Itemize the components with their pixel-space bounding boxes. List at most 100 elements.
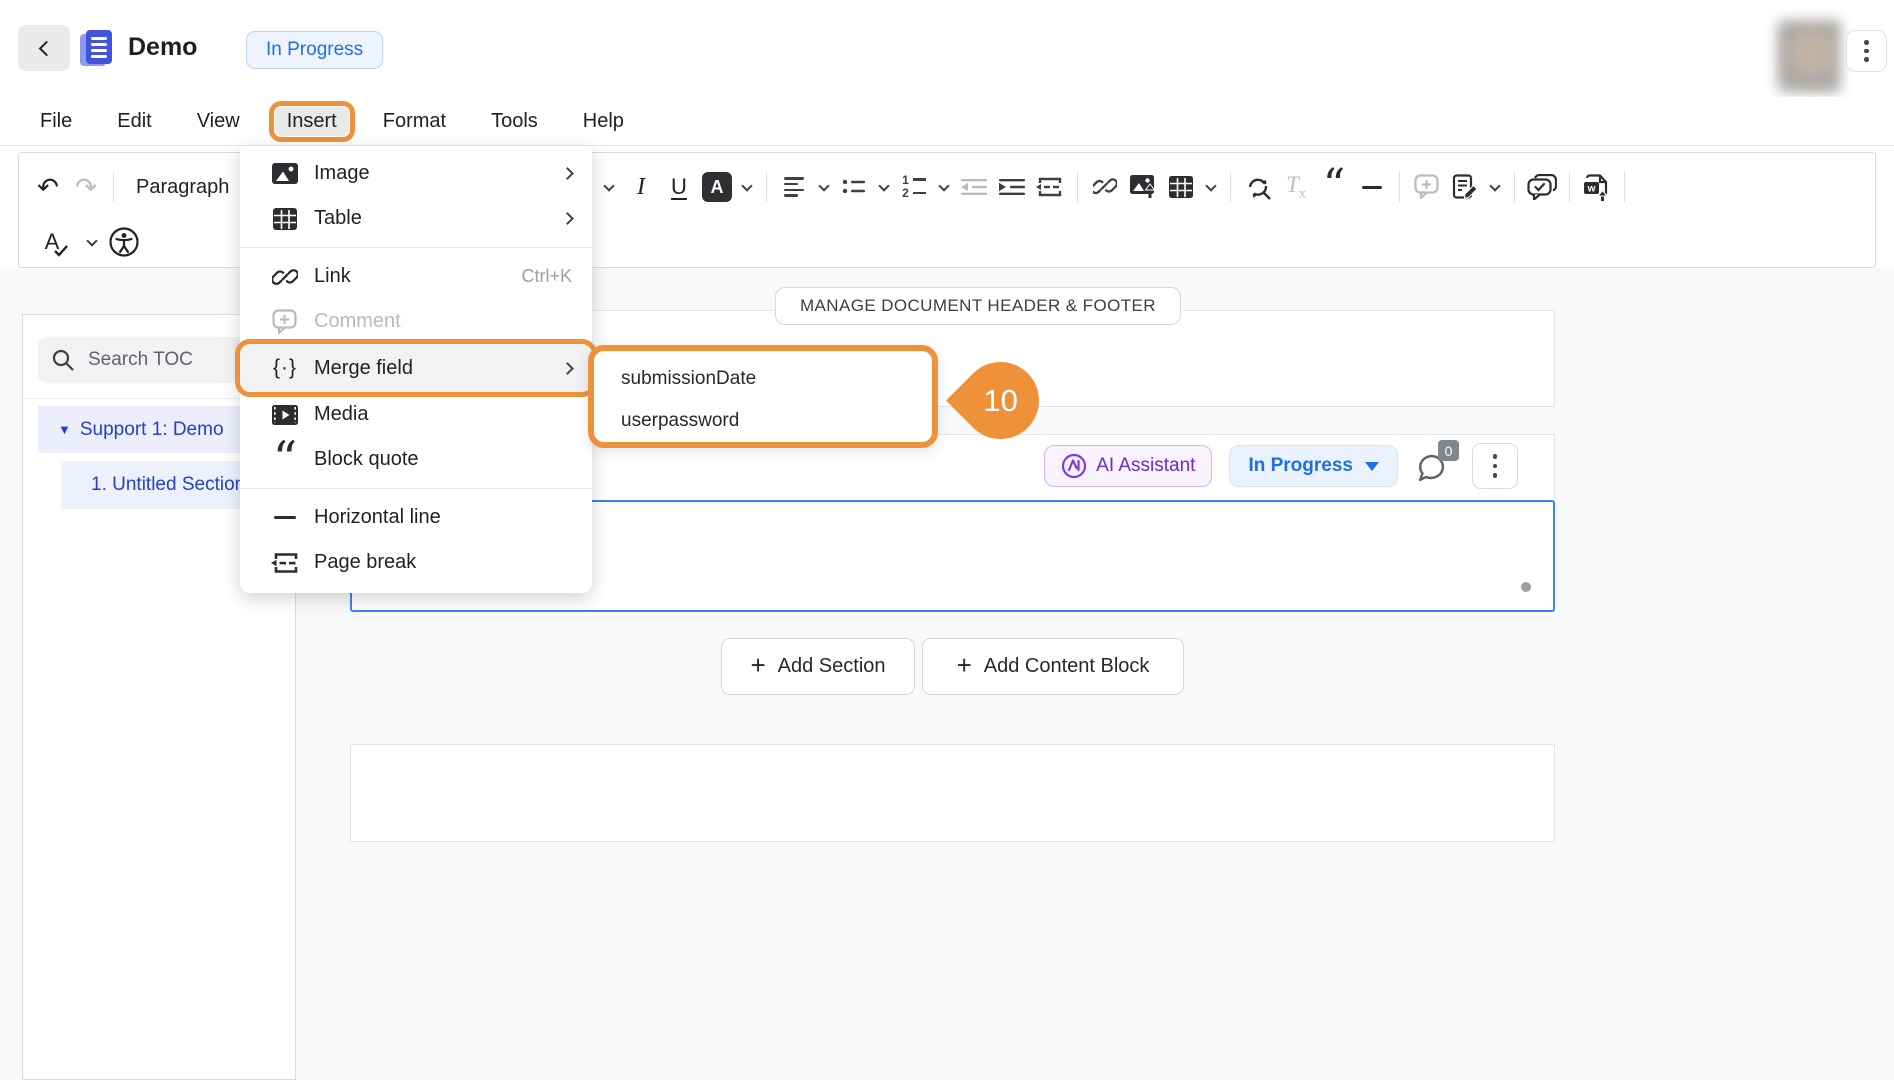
- resolve-comments-button[interactable]: [1523, 166, 1561, 208]
- toolbar-divider: [1230, 172, 1231, 202]
- shortcut-label: Ctrl+K: [521, 266, 572, 287]
- menu-item-merge-field[interactable]: {·} Merge field: [240, 344, 592, 392]
- accessibility-icon: [108, 226, 140, 258]
- menu-item-comment: Comment: [240, 299, 592, 344]
- menu-edit[interactable]: Edit: [117, 110, 151, 133]
- block-quote-button[interactable]: “: [1315, 166, 1353, 208]
- menu-insert[interactable]: Insert: [275, 107, 349, 136]
- document-edit-icon: [1452, 174, 1478, 200]
- comment-plus-icon: [271, 309, 299, 335]
- menu-item-horizontal-line[interactable]: Horizontal line: [240, 495, 592, 540]
- media-icon: [271, 405, 299, 425]
- menu-view[interactable]: View: [197, 110, 240, 133]
- indent-button[interactable]: [993, 166, 1031, 208]
- font-color-icon: A: [702, 172, 732, 202]
- document-footer-zone: [350, 744, 1555, 842]
- find-replace-icon: [1245, 174, 1271, 200]
- step-number: 10: [983, 383, 1017, 419]
- find-replace-button[interactable]: [1239, 166, 1277, 208]
- menu-item-page-break[interactable]: Page break: [240, 540, 592, 585]
- comments-button[interactable]: 0: [1415, 444, 1455, 488]
- document-notes-chevron[interactable]: [1484, 166, 1506, 208]
- table-icon: [271, 208, 299, 230]
- insert-table-button[interactable]: [1162, 166, 1200, 208]
- menu-item-link[interactable]: Link Ctrl+K: [240, 254, 592, 299]
- section-kebab-menu-button[interactable]: [1472, 443, 1518, 489]
- chevron-right-icon: [561, 212, 574, 225]
- toc-search-input[interactable]: [88, 349, 248, 371]
- font-color-chevron[interactable]: [736, 166, 758, 208]
- toolbar-divider: [766, 172, 767, 202]
- numbered-list-icon: 1 2: [902, 174, 926, 200]
- comment-count-badge: 0: [1438, 440, 1459, 461]
- redo-button[interactable]: ↷: [67, 166, 105, 208]
- word-import-icon: w: [1583, 174, 1611, 201]
- indent-icon: [999, 177, 1025, 197]
- menu-insert-highlight-ring: Insert: [269, 101, 355, 142]
- toolbar-divider: [1514, 172, 1515, 202]
- paragraph-style-dropdown[interactable]: Paragraph: [136, 176, 229, 199]
- bullet-list-chevron[interactable]: [873, 166, 895, 208]
- menu-tools[interactable]: Tools: [491, 110, 538, 133]
- resize-dot: [1521, 582, 1531, 592]
- menu-file[interactable]: File: [40, 110, 72, 133]
- toolbar-divider: [113, 172, 114, 202]
- bullet-list-button[interactable]: [835, 166, 873, 208]
- ai-assistant-button[interactable]: AI Assistant: [1044, 445, 1212, 487]
- page-break-icon: [271, 551, 299, 575]
- menu-item-table[interactable]: Table: [240, 196, 592, 241]
- avatar[interactable]: [1777, 20, 1841, 93]
- align-left-icon: [784, 174, 804, 200]
- submenu-item-submission-date[interactable]: submissionDate: [594, 358, 932, 400]
- chevron-right-icon: [561, 362, 574, 375]
- plus-icon: +: [750, 652, 765, 678]
- font-color-button[interactable]: A: [698, 166, 736, 208]
- numbered-list-chevron[interactable]: [933, 166, 955, 208]
- style-dropdown-chevron[interactable]: [596, 166, 622, 208]
- word-import-button[interactable]: w: [1578, 166, 1616, 208]
- ai-assistant-icon: [1061, 453, 1087, 479]
- insert-page-break-button[interactable]: [1031, 166, 1069, 208]
- merge-field-submenu: submissionDate userpassword: [588, 345, 938, 448]
- menu-help[interactable]: Help: [583, 110, 624, 133]
- insert-image-button[interactable]: [1124, 166, 1162, 208]
- image-upload-icon: [1129, 174, 1157, 200]
- block-quote-icon: “: [271, 450, 299, 470]
- back-button[interactable]: [18, 25, 70, 71]
- accessibility-button[interactable]: [105, 221, 143, 263]
- document-notes-button[interactable]: [1446, 166, 1484, 208]
- italic-button[interactable]: I: [622, 166, 660, 208]
- menu-item-block-quote[interactable]: “ Block quote: [240, 437, 592, 482]
- align-button[interactable]: [775, 166, 813, 208]
- numbered-list-button[interactable]: 1 2: [895, 166, 933, 208]
- horizontal-line-icon: [1362, 186, 1382, 189]
- add-comment-button[interactable]: [1408, 166, 1446, 208]
- add-content-block-button[interactable]: + Add Content Block: [922, 638, 1184, 695]
- toolbar-divider: [1624, 172, 1625, 202]
- menu-item-image[interactable]: Image: [240, 151, 592, 196]
- add-section-button[interactable]: + Add Section: [721, 638, 915, 695]
- outdent-icon: [961, 177, 987, 197]
- section-status-dropdown[interactable]: In Progress: [1229, 445, 1398, 487]
- spellcheck-button[interactable]: A: [33, 221, 71, 263]
- table-chevron[interactable]: [1200, 166, 1222, 208]
- toc-item-label: Support 1: Demo: [80, 419, 224, 441]
- manage-header-footer-button[interactable]: MANAGE DOCUMENT HEADER & FOOTER: [775, 287, 1181, 325]
- image-icon: [271, 163, 299, 184]
- block-quote-icon: “: [1323, 177, 1346, 197]
- menu-format[interactable]: Format: [383, 110, 446, 133]
- horizontal-line-button[interactable]: [1353, 166, 1391, 208]
- link-icon: [271, 264, 299, 290]
- submenu-item-userpassword[interactable]: userpassword: [594, 400, 932, 442]
- undo-button[interactable]: ↶: [29, 166, 67, 208]
- app-header: Demo In Progress: [0, 0, 1894, 97]
- underline-button[interactable]: U: [660, 166, 698, 208]
- link-button[interactable]: [1086, 166, 1124, 208]
- spellcheck-chevron[interactable]: [79, 221, 105, 263]
- bullet-list-icon: [842, 176, 866, 198]
- align-chevron[interactable]: [813, 166, 835, 208]
- header-kebab-menu-button[interactable]: [1846, 30, 1887, 72]
- outdent-button[interactable]: [955, 166, 993, 208]
- document-status-badge[interactable]: In Progress: [246, 31, 383, 69]
- clear-formatting-button[interactable]: Tx: [1277, 166, 1315, 208]
